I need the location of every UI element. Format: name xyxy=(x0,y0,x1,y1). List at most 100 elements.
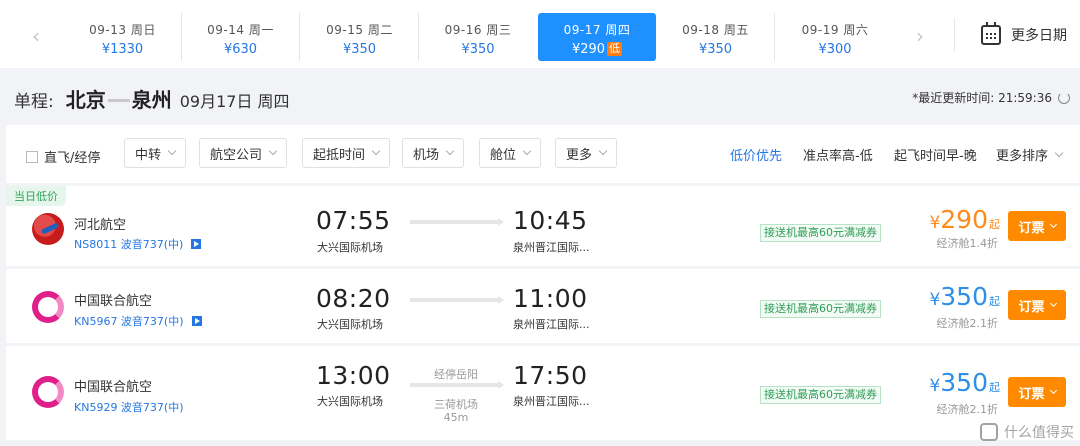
filter-label: 更多 xyxy=(566,147,593,163)
watermark-text: 什么值得买 xyxy=(1004,425,1074,441)
airline-name: 河北航空 xyxy=(74,218,127,233)
chevron-down-icon xyxy=(1049,386,1057,395)
flight-path-line xyxy=(410,381,504,389)
book-button[interactable]: 订票 xyxy=(1008,290,1066,320)
more-dates-label: 更多日期 xyxy=(1011,28,1067,44)
prev-dates-arrow-icon[interactable]: ‹ xyxy=(26,24,46,48)
currency-symbol: ¥ xyxy=(929,376,941,396)
arrival-airport: 泉州晋江国际... xyxy=(513,241,590,254)
sort-departure-time[interactable]: 起飞时间早-晚 xyxy=(894,145,977,164)
chevron-down-icon xyxy=(522,146,532,156)
book-label: 订票 xyxy=(1018,220,1045,236)
cabin-discount: 经济舱1.4折 xyxy=(936,237,999,250)
refresh-icon[interactable] xyxy=(1058,91,1070,104)
promo-coupon[interactable]: 接送机最高60元满减券 xyxy=(760,300,881,318)
next-dates-arrow-icon[interactable]: › xyxy=(910,24,930,48)
date-price: ¥350 xyxy=(342,42,377,57)
date-cell[interactable]: 09-18 周五 ¥350 xyxy=(657,13,775,61)
book-button[interactable]: 订票 xyxy=(1008,377,1066,407)
sort-more[interactable]: 更多排序 xyxy=(996,145,1064,164)
departure-airport: 大兴国际机场 xyxy=(317,395,383,408)
price-from-suffix: 起 xyxy=(989,218,1000,231)
departure-time: 13:00 xyxy=(316,361,391,390)
more-dates-button[interactable]: 更多日期 xyxy=(981,22,1067,48)
direct-flight-label: 直飞/经停 xyxy=(44,151,101,166)
travel-date: 09月17日 周四 xyxy=(179,92,290,111)
filter-transfer[interactable]: 中转 xyxy=(124,138,187,168)
filter-airport[interactable]: 机场 xyxy=(402,138,465,168)
book-button[interactable]: 订票 xyxy=(1008,211,1066,241)
chevron-down-icon xyxy=(371,146,381,156)
chevron-down-icon xyxy=(598,146,608,156)
arrival-time: 11:00 xyxy=(513,284,588,313)
lowest-price-badge: 当日低价 xyxy=(6,186,66,206)
low-price-tag: 低 xyxy=(607,42,623,56)
book-label: 订票 xyxy=(1018,386,1045,402)
calendar-icon xyxy=(981,22,1001,45)
flight-card[interactable]: 中国联合航空 KN5929 波音737(中) 13:00 大兴国际机场 经停岳阳… xyxy=(6,346,1080,440)
flight-card[interactable]: 当日低价 河北航空 NS8011 波音737(中) 07:55 大兴国际机场 1… xyxy=(6,186,1080,266)
flight-card[interactable]: 中国联合航空 KN5967 波音737(中) 08:20 大兴国际机场 11:0… xyxy=(6,269,1080,343)
departure-time: 08:20 xyxy=(316,284,391,313)
aircraft-info-icon[interactable] xyxy=(191,316,202,326)
flight-number[interactable]: KN5929 波音737(中) xyxy=(74,399,184,415)
departure-city: 北京 xyxy=(65,88,106,112)
date-price: ¥630 xyxy=(223,42,258,57)
departure-time: 07:55 xyxy=(316,206,391,235)
update-time: *最近更新时间: 21:59:36 xyxy=(912,89,1070,106)
date-cell[interactable]: 09-13 周日 ¥1330 xyxy=(64,13,182,61)
sort-lowest-price[interactable]: 低价优先 xyxy=(730,145,782,164)
arrival-airport: 泉州晋江国际... xyxy=(513,318,590,331)
filter-time[interactable]: 起抵时间 xyxy=(302,138,391,168)
chevron-down-icon xyxy=(268,146,278,156)
price-from-suffix: 起 xyxy=(989,295,1000,308)
chevron-down-icon xyxy=(445,146,455,156)
checkbox-box[interactable] xyxy=(26,150,38,163)
aircraft-info-icon[interactable] xyxy=(191,239,202,249)
date-label: 09-15 周二 xyxy=(326,23,393,37)
price-value: 290 xyxy=(940,205,988,234)
arrival-airport: 泉州晋江国际... xyxy=(513,395,590,408)
filter-label: 舱位 xyxy=(490,147,517,163)
filter-label: 机场 xyxy=(413,147,440,163)
flight-number[interactable]: KN5967 波音737(中) xyxy=(74,313,202,329)
trip-type-label: 单程: xyxy=(14,92,54,112)
sort-punctuality[interactable]: 准点率高-低 xyxy=(803,145,873,164)
date-price: ¥1330 xyxy=(101,42,144,57)
airline-name: 中国联合航空 xyxy=(74,294,153,309)
date-cell[interactable]: 09-15 周二 ¥350 xyxy=(301,13,419,61)
date-cell-selected[interactable]: 09-17 周四 ¥290 低 xyxy=(538,13,656,61)
price: ¥350起 xyxy=(929,368,1000,397)
chevron-down-icon xyxy=(167,146,177,156)
filter-label: 中转 xyxy=(135,147,162,163)
promo-coupon[interactable]: 接送机最高60元满减券 xyxy=(760,224,881,242)
date-cell[interactable]: 09-14 周一 ¥630 xyxy=(182,13,300,61)
price-from-suffix: 起 xyxy=(989,381,1000,394)
arrival-city: 泉州 xyxy=(131,88,172,112)
date-cell[interactable]: 09-16 周三 ¥350 xyxy=(419,13,537,61)
hebei-airlines-logo-icon xyxy=(32,213,64,245)
filter-cabin[interactable]: 舱位 xyxy=(479,138,542,168)
flight-number-text: NS8011 波音737(中) xyxy=(74,238,184,251)
filter-label: 起抵时间 xyxy=(313,147,366,163)
chevron-down-icon xyxy=(1054,148,1064,157)
date-label: 09-18 周五 xyxy=(682,23,749,37)
china-united-airlines-logo-icon xyxy=(32,291,64,323)
filter-airline[interactable]: 航空公司 xyxy=(199,138,288,168)
cabin-discount: 经济舱2.1折 xyxy=(936,317,999,330)
price-value: 350 xyxy=(940,282,988,311)
date-price: ¥350 xyxy=(461,42,495,57)
filter-bar: 直飞/经停 中转 航空公司 起抵时间 机场 舱位 更多 低价优先 准点率高-低 … xyxy=(6,125,1080,183)
flight-number-text: KN5967 波音737(中) xyxy=(74,315,184,328)
filter-more[interactable]: 更多 xyxy=(555,138,618,168)
divider xyxy=(954,18,955,52)
date-label: 09-13 周日 xyxy=(89,23,156,37)
book-label: 订票 xyxy=(1018,299,1045,315)
direct-flight-checkbox[interactable]: 直飞/经停 xyxy=(26,147,100,166)
stopover-label: 经停岳阳 xyxy=(434,368,478,381)
promo-coupon[interactable]: 接送机最高60元满减券 xyxy=(760,386,881,404)
flight-number[interactable]: NS8011 波音737(中) xyxy=(74,236,202,252)
date-cell[interactable]: 09-19 周六 ¥300 xyxy=(776,13,894,61)
departure-airport: 大兴国际机场 xyxy=(317,241,383,254)
price-value: 350 xyxy=(940,368,988,397)
